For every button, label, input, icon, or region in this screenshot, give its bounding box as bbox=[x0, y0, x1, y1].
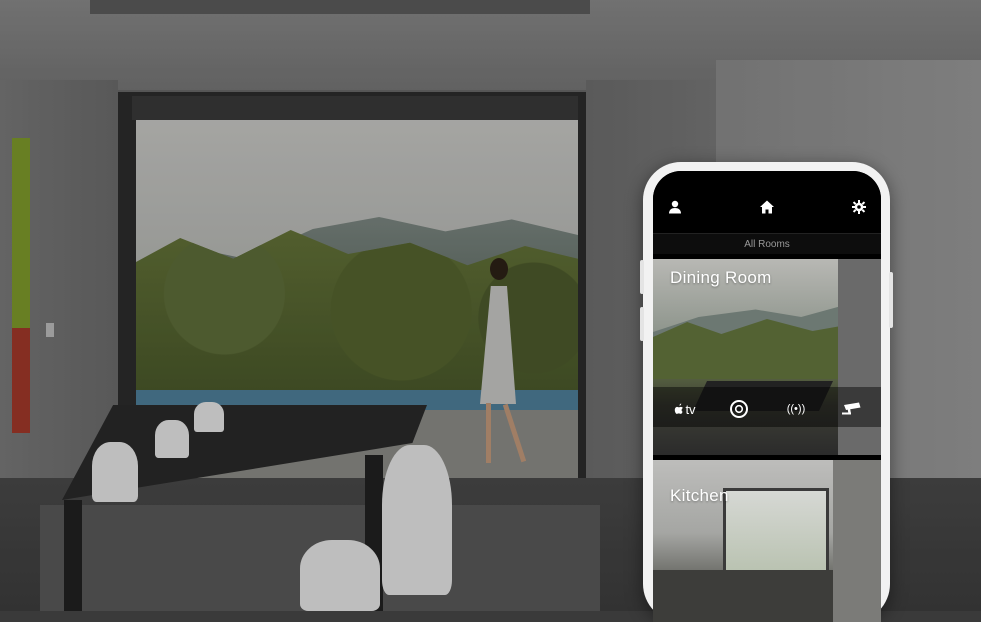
phone-side-button bbox=[640, 307, 644, 341]
gear-icon[interactable] bbox=[849, 197, 869, 217]
room-photo-cabinet bbox=[833, 460, 881, 622]
room-photo-counter bbox=[653, 570, 833, 622]
phone-device: All Rooms Dining Room tv ((•)) Kitchen bbox=[640, 162, 893, 622]
phone-power-button bbox=[889, 272, 893, 328]
speaker-icon[interactable] bbox=[727, 397, 751, 421]
home-icon[interactable] bbox=[757, 197, 777, 217]
device-row: tv ((•)) bbox=[653, 397, 881, 421]
wireless-label: ((•)) bbox=[786, 403, 806, 415]
user-icon[interactable] bbox=[665, 197, 685, 217]
all-rooms-label[interactable]: All Rooms bbox=[653, 233, 881, 254]
room-card-kitchen[interactable]: Kitchen bbox=[653, 460, 881, 622]
room-title: Dining Room bbox=[670, 268, 772, 287]
app-header bbox=[653, 171, 881, 233]
app-screen: All Rooms Dining Room tv ((•)) Kitchen bbox=[653, 171, 881, 622]
wireless-icon[interactable]: ((•)) bbox=[779, 397, 813, 421]
room-card-dining-room[interactable]: Dining Room tv ((•)) bbox=[653, 259, 881, 455]
apple-tv-label: tv bbox=[685, 401, 696, 417]
phone-side-button bbox=[640, 260, 644, 294]
apple-tv-icon[interactable]: tv bbox=[667, 397, 703, 421]
room-title: Kitchen bbox=[670, 486, 729, 505]
security-camera-icon[interactable] bbox=[837, 397, 867, 421]
all-rooms-text: All Rooms bbox=[744, 238, 790, 250]
